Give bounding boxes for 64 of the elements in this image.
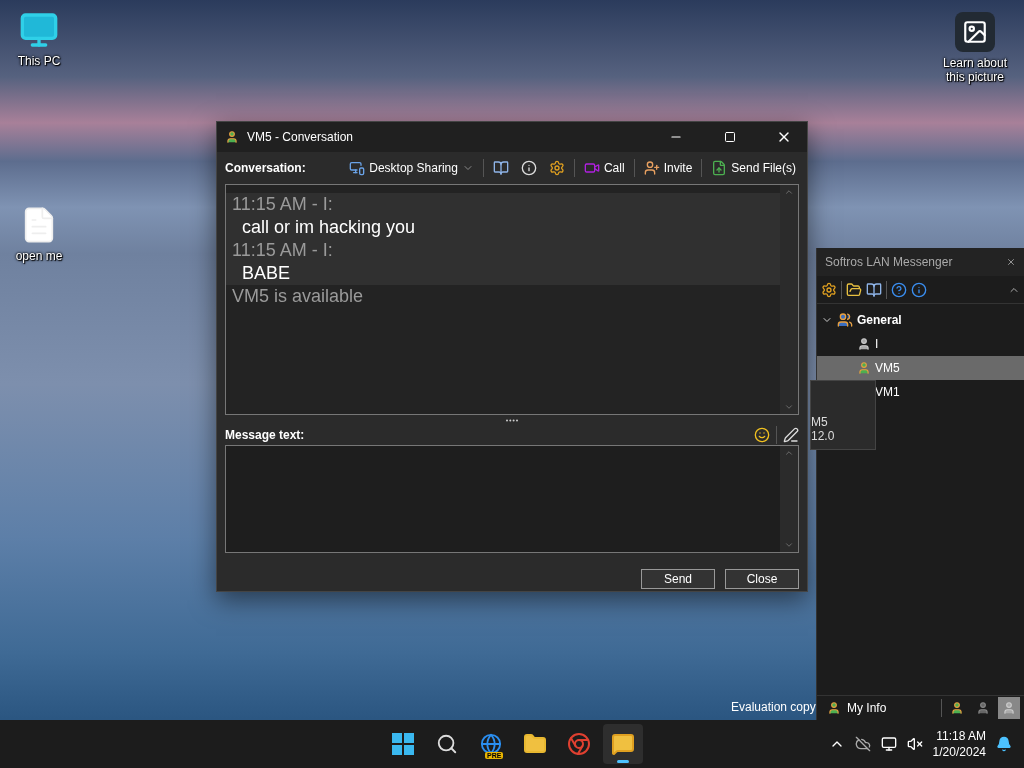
splitter-handle-icon[interactable] [505,418,519,422]
video-camera-icon [583,160,600,176]
conversation-label: Conversation: [225,161,307,175]
monitor-icon [19,10,59,50]
user-icon [225,130,239,144]
browser-icon [480,733,502,755]
settings-icon[interactable] [821,281,837,298]
settings-icon [548,160,565,176]
dialog-button[interactable]: Close [725,569,799,589]
edit-icon[interactable] [783,427,799,443]
folder-icon[interactable] [846,281,862,298]
folder-icon [523,732,547,756]
smiley-icon[interactable] [754,427,770,443]
window-title: VM5 - Conversation [247,130,355,144]
user-icon [950,701,964,715]
dialog-button[interactable]: Send [641,569,715,589]
windows-logo-icon [391,732,415,756]
browser-icon [567,732,591,756]
network-icon[interactable] [880,736,897,752]
desktop-sharing-dropdown[interactable]: Desktop Sharing [346,158,477,178]
tooltip-text: 12.0 [811,429,836,443]
tooltip-text: M5 [811,415,829,429]
send-file-icon [711,160,728,176]
muted-speaker-icon[interactable] [906,736,923,752]
help-icon[interactable] [891,281,907,298]
screen-share-icon [349,160,366,176]
clock[interactable]: 11:18 AM 1/20/2024 [932,728,986,760]
notebook-icon [492,160,509,176]
message-text-label: Message text: [225,428,306,442]
chat-bubble-icon [611,732,635,756]
message-text: call or im hacking you [241,216,417,239]
close-icon[interactable] [1006,257,1016,267]
my-info-button[interactable]: My Info [821,700,937,716]
cloud-off-icon[interactable] [854,736,871,752]
evaluation-label: Evaluation copy [731,700,816,714]
notebook-icon[interactable] [866,281,882,298]
user-icon [1002,701,1016,715]
user-icon [857,337,871,351]
message-time: 11:15 AM - I: [232,193,334,216]
status-message: VM5 is available [231,285,365,308]
message-text: BABE [241,262,292,285]
notification-bell-icon[interactable] [996,736,1012,752]
message-time: 11:15 AM - I: [232,239,334,262]
info-icon[interactable] [911,281,927,298]
user-icon [857,361,871,375]
add-user-icon [643,160,660,176]
desktop-icon-label[interactable]: This PC [17,54,61,68]
toolbar-button[interactable]: Call [580,158,628,178]
group-item[interactable]: General [817,308,1024,332]
maximize-icon [724,131,736,143]
panel-title: Softros LAN Messenger [825,255,953,269]
toolbar-button[interactable]: Send File(s) [708,158,799,178]
toolbar-button[interactable]: Invite [640,158,696,178]
users-icon [837,312,853,328]
info-icon [520,160,537,176]
contact-item[interactable]: I [817,332,1024,356]
user-icon [827,701,841,715]
user-icon [976,701,990,715]
picture-icon [955,12,995,52]
taskbar-app-button[interactable] [603,724,643,764]
desktop-icon-label[interactable]: Learn about this picture [938,56,1012,84]
search-icon [436,733,458,755]
desktop-icon-label[interactable]: open me [15,249,63,263]
contact-item[interactable]: VM5 [817,356,1024,380]
